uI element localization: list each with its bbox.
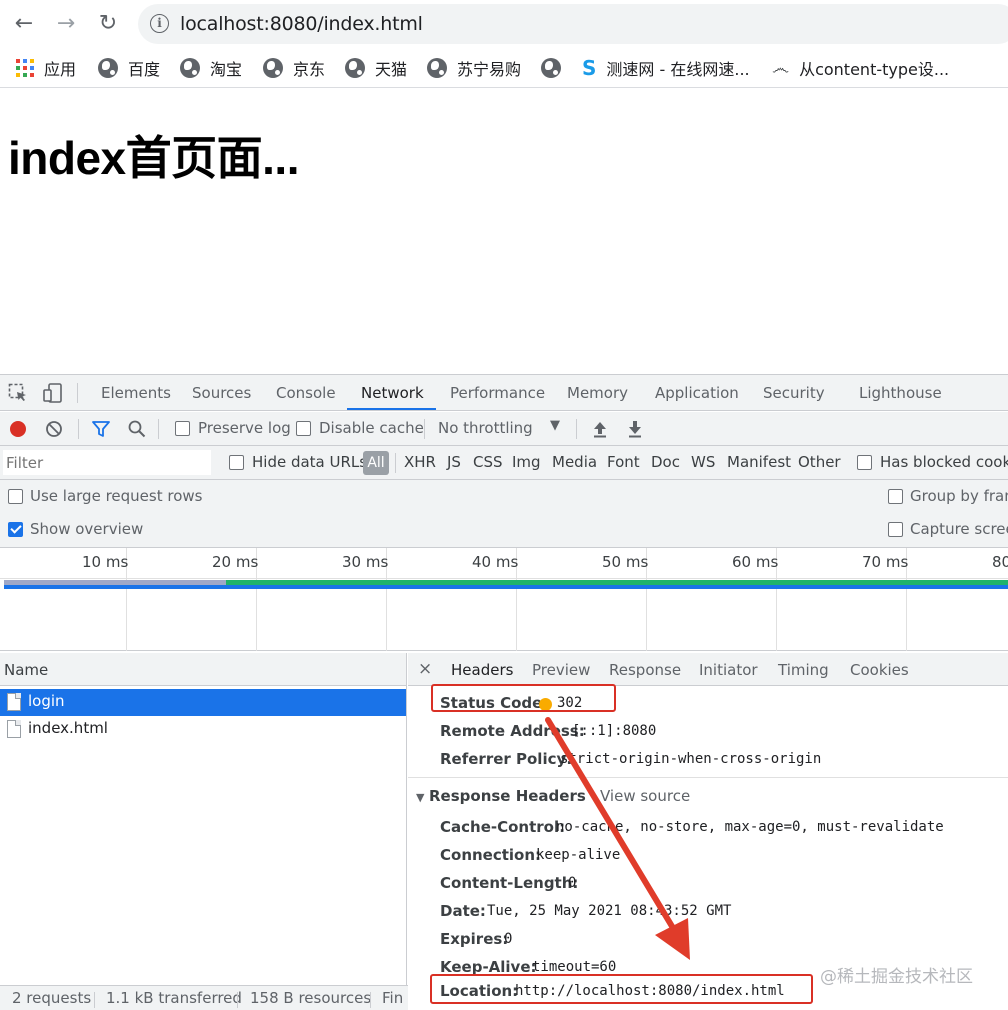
watermark: @稀土掘金技术社区 bbox=[820, 967, 973, 987]
redirect-arrow bbox=[545, 717, 690, 960]
